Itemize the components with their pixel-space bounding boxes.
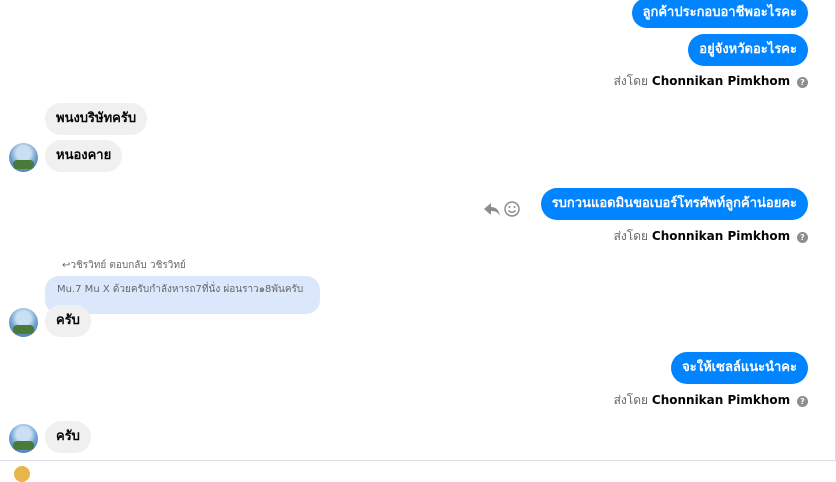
message-text: หนองคาย (56, 148, 112, 163)
sender-name: Chonnikan Pimkhom (651, 74, 791, 88)
outgoing-message[interactable]: จะให้เซลล์แนะนำคะ (671, 352, 808, 384)
sender-name: Chonnikan Pimkhom (651, 229, 791, 243)
avatar[interactable] (9, 424, 38, 453)
reply-header: ↩วชิรวิทย์ ตอบกลับ วชิรวิทย์ (62, 260, 186, 271)
outgoing-message[interactable]: ลูกค้าประกอบอาชีพอะไรคะ (631, 0, 808, 28)
message-text: ลูกค้าประกอบอาชีพอะไรคะ (642, 5, 797, 20)
smiley-icon[interactable] (504, 201, 520, 217)
composer-icon[interactable] (14, 466, 30, 482)
composer-bar[interactable] (0, 461, 836, 470)
message-text: จะให้เซลล์แนะนำคะ (682, 360, 797, 375)
message-text: ครับ (56, 313, 80, 328)
incoming-message[interactable]: ครับ (45, 421, 91, 453)
message-text: ครับ (56, 429, 80, 444)
message-thread[interactable]: ลูกค้าประกอบอาชีพอะไรคะ อยู่จังหวัดอะไรค… (0, 0, 836, 460)
sender-name: Chonnikan Pimkhom (651, 393, 791, 407)
message-text: อยู่จังหวัดอะไรคะ (699, 42, 797, 57)
incoming-message[interactable]: พนงบริษัทครับ (45, 103, 148, 135)
outgoing-message[interactable]: อยู่จังหวัดอะไรคะ (688, 34, 808, 66)
message-text: รบกวนแอดมินขอเบอร์โทรศัพท์ลูกค้าน่อยคะ (551, 196, 797, 211)
message-actions (482, 199, 522, 219)
avatar[interactable] (9, 143, 38, 172)
avatar[interactable] (9, 308, 38, 337)
outgoing-message[interactable]: รบกวนแอดมินขอเบอร์โทรศัพท์ลูกค้าน่อยคะ (540, 188, 808, 220)
reply-arrow-icon[interactable] (484, 203, 500, 216)
incoming-message[interactable]: ครับ (45, 305, 91, 337)
question-circle-icon[interactable]: ? (797, 232, 808, 243)
question-circle-icon[interactable]: ? (797, 77, 808, 88)
sent-by-label: ส่งโดย Chonnikan Pimkhom ? (614, 391, 808, 410)
message-text: พนงบริษัทครับ (56, 111, 137, 126)
question-circle-icon[interactable]: ? (797, 396, 808, 407)
sent-by-label: ส่งโดย Chonnikan Pimkhom ? (614, 227, 808, 246)
incoming-message[interactable]: หนองคาย (45, 140, 123, 172)
quoted-text: Mu.7 Mu X ด้วยครับกำลังหารถ7ที่นั่ง ผ่อน… (57, 284, 304, 295)
sent-by-label: ส่งโดย Chonnikan Pimkhom ? (614, 72, 808, 91)
quoted-message[interactable]: Mu.7 Mu X ด้วยครับกำลังหารถ7ที่นั่ง ผ่อน… (45, 276, 320, 314)
